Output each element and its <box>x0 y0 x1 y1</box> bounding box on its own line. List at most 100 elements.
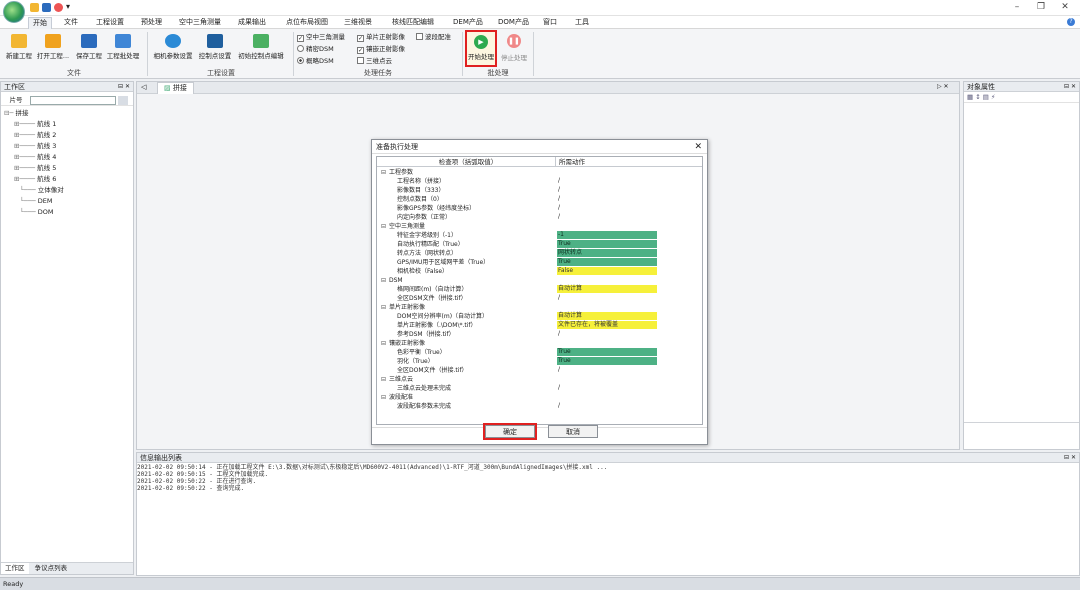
check-item[interactable]: 格网间距(m)（自动计算） 自动计算 <box>377 285 702 294</box>
camera-params-button[interactable]: 相机参数设置 <box>154 32 193 64</box>
check-item[interactable]: DOM空间分辨率(m)（自动计算） 自动计算 <box>377 312 702 321</box>
search-input[interactable] <box>30 95 117 105</box>
tab-dem[interactable]: DEM产品 <box>449 17 487 29</box>
tab-workspace[interactable]: 工作区 <box>1 563 29 574</box>
check-label: 控制点数目（0） <box>397 196 443 203</box>
check-item[interactable]: 全区DSM文件（拼接.tif） / <box>377 294 702 303</box>
property-toolbar[interactable]: ▦ ↕ ▤ ⚡ <box>964 92 1079 103</box>
task-band-registration[interactable]: 波段配准 <box>416 32 451 42</box>
check-item[interactable]: 羽化（True） True <box>377 357 702 366</box>
check-group[interactable]: ⊟ DSM <box>377 276 702 285</box>
check-item[interactable]: 全区DOM文件（拼接.tif） / <box>377 366 702 375</box>
close-project-icon[interactable] <box>54 3 63 12</box>
check-group[interactable]: ⊟ 镶嵌正射影像 <box>377 339 702 348</box>
collapse-icon[interactable]: ⊟ <box>381 339 387 348</box>
tab-3d-view[interactable]: 三维视景 <box>340 17 376 29</box>
pin-icon[interactable]: ⊟ ✕ <box>1064 453 1076 463</box>
check-item[interactable]: 影像GPS参数（经纬度坐标） / <box>377 204 702 213</box>
check-item[interactable]: 控制点数目（0） / <box>377 195 702 204</box>
tab-dom[interactable]: DOM产品 <box>494 17 533 29</box>
collapse-icon[interactable]: ⊟ <box>381 168 387 177</box>
save-icon[interactable] <box>42 3 51 12</box>
tab-epipolar-edit[interactable]: 核线匹配编辑 <box>388 17 438 29</box>
open-project-button[interactable]: 打开工程... <box>37 32 69 64</box>
check-item[interactable]: 波段配准参数未完成 / <box>377 402 702 411</box>
minimize-icon[interactable]: – <box>1010 2 1024 12</box>
tree-item[interactable]: └─── DOM <box>4 207 130 218</box>
app-logo-icon[interactable] <box>3 1 25 23</box>
properties-header: 对象属性 ⊟ ✕ <box>964 82 1079 92</box>
task-point-cloud[interactable]: 三维点云 <box>357 56 392 66</box>
tree-item[interactable]: └─── DEM <box>4 196 130 207</box>
check-group[interactable]: ⊟ 三维点云 <box>377 375 702 384</box>
check-group[interactable]: ⊟ 工程参数 <box>377 168 702 177</box>
doc-tab[interactable]: ▨ 拼接 <box>157 82 194 94</box>
tree-item[interactable]: ⊞──── 航线 3 <box>4 141 130 152</box>
collapse-icon[interactable]: ⊟ <box>381 276 387 285</box>
check-item[interactable]: 工程名称（拼接） / <box>377 177 702 186</box>
task-coarse-dsm[interactable]: 概略DSM <box>297 56 334 66</box>
pin-icon[interactable]: ⊟ ✕ <box>1064 82 1076 92</box>
stop-processing-button[interactable]: ❚❚ 停止处理 <box>499 32 529 64</box>
collapse-icon[interactable]: ⊟ <box>381 222 387 231</box>
tree-item[interactable]: ⊞──── 航线 6 <box>4 174 130 185</box>
collapse-icon[interactable]: ⊟ <box>381 303 387 312</box>
tab-window[interactable]: 窗口 <box>539 17 561 29</box>
control-points-button[interactable]: 控制点设置 <box>199 32 231 64</box>
restore-icon[interactable]: ❐ <box>1034 2 1048 12</box>
task-single-ortho[interactable]: ✓ 单片正射影像 <box>357 32 405 42</box>
collapse-icon[interactable]: ⊟ <box>381 375 387 384</box>
tree-item[interactable]: ⊞──── 航线 1 <box>4 119 130 130</box>
batch-project-button[interactable]: 工程批处理 <box>107 32 139 64</box>
tab-project-settings[interactable]: 工程设置 <box>92 17 128 29</box>
tab-tools[interactable]: 工具 <box>571 17 593 29</box>
check-group[interactable]: ⊟ 单片正射影像 <box>377 303 702 312</box>
tree-item[interactable]: ⊞──── 航线 2 <box>4 130 130 141</box>
tab-aerial-triangulation[interactable]: 空中三角测量 <box>175 17 225 29</box>
properties-panel: 对象属性 ⊟ ✕ ▦ ↕ ▤ ⚡ <box>963 81 1080 450</box>
tab-point-layout[interactable]: 点位布局视图 <box>282 17 332 29</box>
task-fine-dsm[interactable]: 精密DSM <box>297 44 334 54</box>
tab-file[interactable]: 文件 <box>60 17 82 29</box>
pin-icon[interactable]: ⊟ ✕ <box>118 82 130 92</box>
tab-start[interactable]: 开始 <box>28 17 52 29</box>
cancel-button[interactable]: 取消 <box>548 425 598 438</box>
tab-preprocess[interactable]: 预处理 <box>137 17 166 29</box>
check-group[interactable]: ⊟ 波段配准 <box>377 393 702 402</box>
close-icon[interactable]: ✕ <box>1058 2 1072 12</box>
quick-access-dropdown-icon[interactable]: ▾ <box>66 2 70 11</box>
doc-nav-icon[interactable]: ▷ ✕ <box>937 83 949 90</box>
dialog-close-icon[interactable]: ✕ <box>694 140 702 154</box>
check-item[interactable]: 影像数目（333） / <box>377 186 702 195</box>
check-item[interactable]: 转点方法（网状转点） 网状转点 <box>377 249 702 258</box>
collapse-icon[interactable]: ⊟ <box>381 393 387 402</box>
check-item[interactable]: 内定向参数（正常） / <box>377 213 702 222</box>
action-cell <box>557 339 657 347</box>
check-group[interactable]: ⊟ 空中三角测量 <box>377 222 702 231</box>
check-label: 格网间距(m)（自动计算） <box>397 286 468 293</box>
check-item[interactable]: 参考DSM（拼接.tif） / <box>377 330 702 339</box>
prev-doc-icon[interactable]: ◁ <box>141 83 146 91</box>
task-mosaic-ortho[interactable]: ✓ 镶嵌正射影像 <box>357 44 405 54</box>
check-item[interactable]: 特征金字塔级别（-1） -1 <box>377 231 702 240</box>
tab-dispute-points[interactable]: 争议点列表 <box>31 563 72 574</box>
tab-output[interactable]: 成果输出 <box>234 17 270 29</box>
check-item[interactable]: 相机检校（False） False <box>377 267 702 276</box>
initial-control-edit-button[interactable]: 初始控制点编辑 <box>238 32 284 64</box>
tree-item[interactable]: ⊞──── 航线 5 <box>4 163 130 174</box>
ok-button[interactable]: 确定 <box>485 425 535 438</box>
search-icon[interactable] <box>118 95 129 105</box>
check-item[interactable]: GPS/IMU用于区域网平差（True） True <box>377 258 702 267</box>
tree-item[interactable]: ⊞──── 航线 4 <box>4 152 130 163</box>
check-item[interactable]: 色彩平衡（True） True <box>377 348 702 357</box>
open-icon[interactable] <box>30 3 39 12</box>
help-icon[interactable]: ? <box>1067 18 1075 26</box>
title-bar: ▾ – ❐ ✕ <box>0 0 1080 16</box>
tree-root[interactable]: ⊟─ 拼接 <box>4 108 130 119</box>
check-item[interactable]: 自动执行精匹配（True） True <box>377 240 702 249</box>
check-item[interactable]: 三维点云处理未完成 / <box>377 384 702 393</box>
check-item[interactable]: 单片正射影像（.\DOM\*.tif） 文件已存在，将被覆盖 <box>377 321 702 330</box>
task-aerial-triangulation[interactable]: ✓ 空中三角测量 <box>297 32 345 42</box>
menu-bar: 开始 文件 工程设置 预处理 空中三角测量 成果输出 点位布局视图 三维视景 核… <box>0 16 1080 29</box>
tree-item[interactable]: └─── 立体像对 <box>4 185 130 196</box>
